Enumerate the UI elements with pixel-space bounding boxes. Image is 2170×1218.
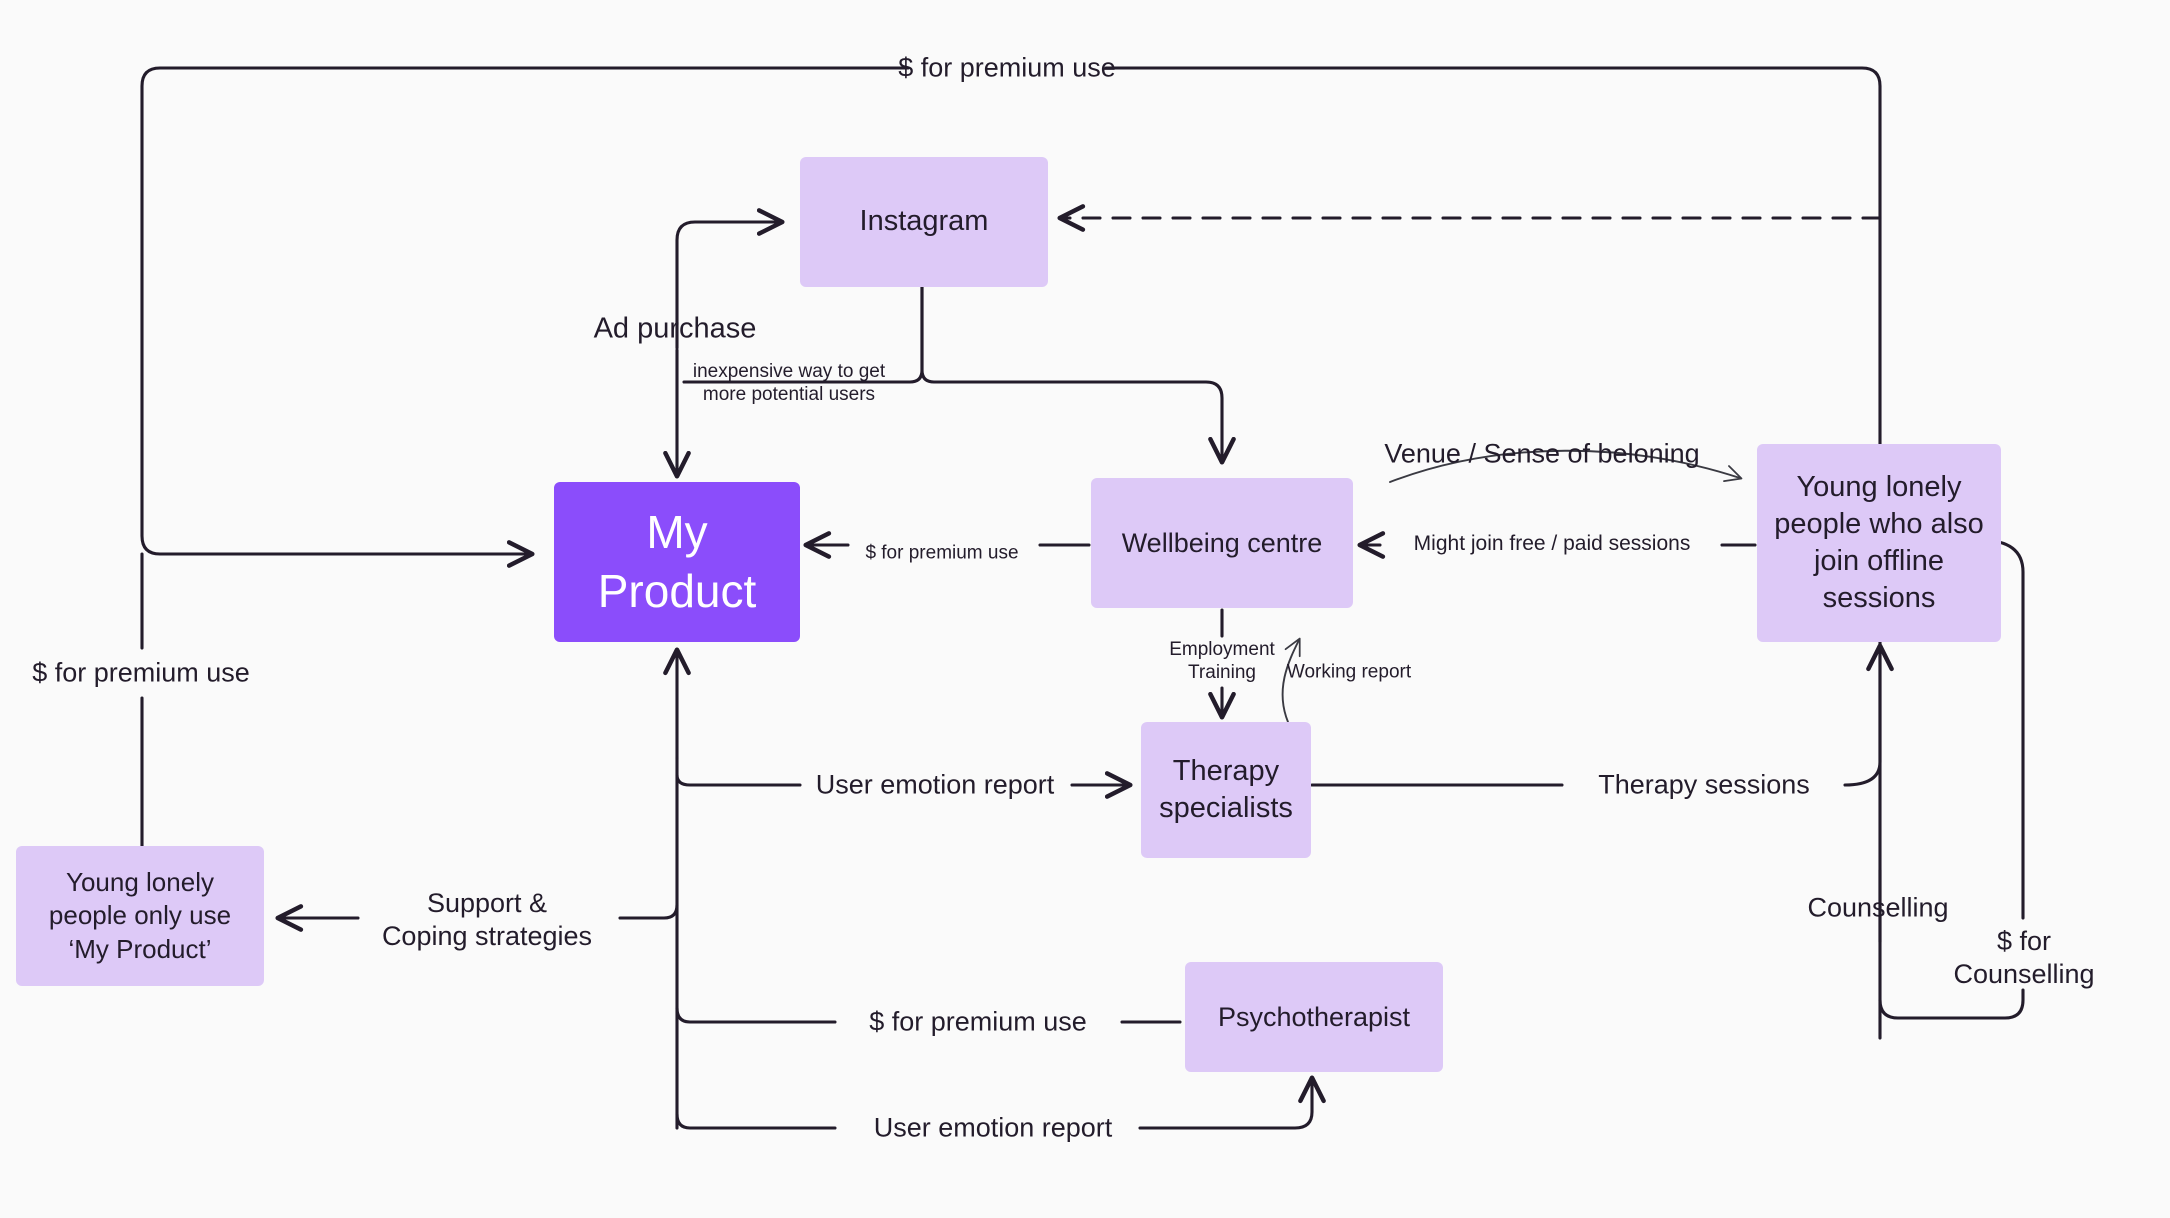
node-my-product[interactable]: My Product <box>554 482 800 642</box>
node-instagram[interactable]: Instagram <box>800 157 1048 287</box>
edge-label-premium-use-left: $ for premium use <box>32 657 250 688</box>
edge-label-employment-training: Employment Training <box>1169 638 1275 683</box>
edge-instagram-split-right <box>920 285 1236 465</box>
edge-label-inexpensive-way: inexpensive way to get more potential us… <box>692 360 886 405</box>
edge-label-premium-use-psychotherapist: $ for premium use <box>869 1006 1087 1037</box>
edge-label-ad-purchase: Ad purchase <box>593 312 757 345</box>
edge-label-premium-use-top: $ for premium use <box>898 52 1116 83</box>
diagram-canvas: Instagram My Product Wellbeing centre Yo… <box>0 0 2170 1218</box>
edge-label-support-coping: Support & Coping strategies <box>381 888 593 951</box>
node-therapy-specialists[interactable]: Therapy specialists <box>1141 722 1311 858</box>
node-young-lonely-only-my-product[interactable]: Young lonely people only use ‘My Product… <box>16 846 264 986</box>
edge-label-counselling: Counselling <box>1807 892 1949 923</box>
edge-label-dollar-for-counselling: $ for Counselling <box>1953 926 2095 989</box>
edge-label-might-join-sessions: Might join free / paid sessions <box>1413 532 1691 556</box>
edge-label-venue-sense-belonging: Venue / Sense of beloning <box>1384 438 1700 469</box>
node-wellbeing-centre[interactable]: Wellbeing centre <box>1091 478 1353 608</box>
edge-label-premium-use-wellbeing: $ for premium use <box>865 542 1019 564</box>
edge-label-user-emotion-report-therapy: User emotion report <box>815 769 1055 800</box>
edge-label-user-emotion-report-psych: User emotion report <box>873 1112 1113 1143</box>
node-young-lonely-offline-sessions[interactable]: Young lonely people who also join offlin… <box>1757 444 2001 642</box>
node-psychotherapist[interactable]: Psychotherapist <box>1185 962 1443 1072</box>
edge-label-therapy-sessions: Therapy sessions <box>1598 769 1810 800</box>
edge-label-working-report: Working report <box>1286 661 1412 683</box>
